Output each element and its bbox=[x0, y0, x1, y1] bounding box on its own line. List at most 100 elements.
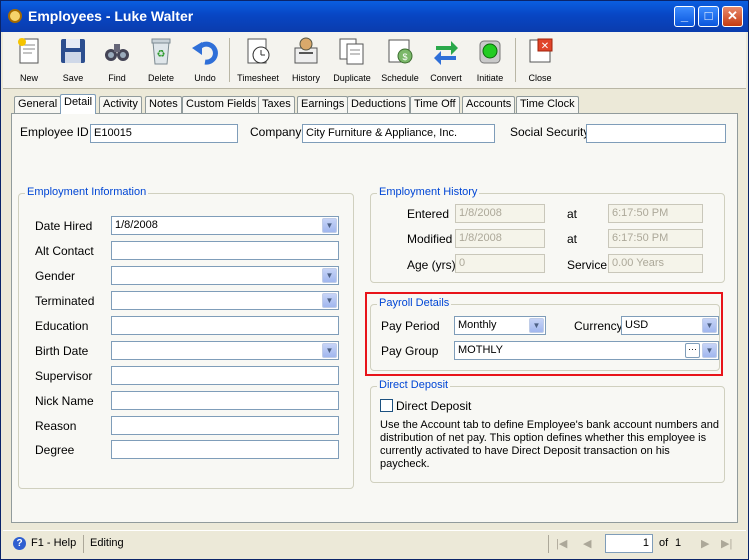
direct-deposit-description: Use the Account tab to define Employee's… bbox=[380, 419, 720, 470]
entered-time-field: 6:17:50 PM bbox=[608, 204, 703, 223]
date-hired-field[interactable]: 1/8/2008 ▼ bbox=[111, 216, 339, 235]
tab-deductions[interactable]: Deductions bbox=[347, 96, 411, 113]
close-label: Close bbox=[528, 73, 552, 83]
currency-label: Currency bbox=[574, 319, 623, 333]
tab-notes[interactable]: Notes bbox=[145, 96, 182, 113]
currency-select[interactable]: USD ▼ bbox=[621, 316, 719, 335]
tab-detail[interactable]: Detail bbox=[60, 94, 97, 114]
new-doc-icon bbox=[14, 36, 44, 66]
svg-text:♻: ♻ bbox=[157, 49, 166, 60]
minimize-button[interactable]: _ bbox=[674, 6, 695, 27]
direct-deposit-group: Direct Deposit Direct Deposit Use the Ac… bbox=[370, 379, 725, 483]
recycle-bin-icon: ♻ bbox=[146, 36, 176, 66]
tab-earnings[interactable]: Earnings bbox=[297, 96, 349, 113]
age-label: Age (yrs) bbox=[407, 258, 456, 272]
direct-deposit-checkbox-label: Direct Deposit bbox=[396, 399, 472, 413]
next-page-icon[interactable]: ▶ bbox=[701, 537, 709, 550]
close-doc-icon: ✕ bbox=[525, 36, 555, 66]
status-divider bbox=[548, 535, 549, 553]
of-label: of bbox=[659, 537, 669, 549]
age-field: 0 bbox=[455, 254, 545, 273]
nick-name-field[interactable] bbox=[111, 391, 339, 410]
chevron-down-icon[interactable]: ▼ bbox=[322, 343, 337, 358]
supervisor-field[interactable] bbox=[111, 366, 339, 385]
chevron-down-icon[interactable]: ▼ bbox=[702, 343, 717, 358]
gender-select[interactable]: ▼ bbox=[111, 266, 339, 285]
service-field: 0.00 Years bbox=[608, 254, 703, 273]
company-field[interactable]: City Furniture & Appliance, Inc. bbox=[302, 124, 495, 143]
chevron-down-icon[interactable]: ▼ bbox=[529, 318, 544, 333]
tab-custom-fields[interactable]: Custom Fields bbox=[182, 96, 261, 113]
traffic-light-icon bbox=[475, 36, 505, 66]
first-page-icon[interactable]: |◀ bbox=[556, 537, 567, 550]
total-pages: 1 bbox=[675, 537, 682, 549]
undo-arrow-icon bbox=[190, 36, 220, 66]
pay-group-select[interactable]: MOTHLY ··· ▼ bbox=[454, 341, 719, 360]
modified-date-field: 1/8/2008 bbox=[455, 229, 545, 248]
pay-period-label: Pay Period bbox=[381, 319, 440, 333]
ellipsis-icon[interactable]: ··· bbox=[685, 343, 700, 358]
degree-field[interactable] bbox=[111, 440, 339, 459]
help-text[interactable]: F1 - Help bbox=[31, 537, 76, 549]
schedule-icon: $ bbox=[385, 36, 415, 66]
close-button[interactable]: ✕ Close bbox=[518, 34, 562, 86]
education-field[interactable] bbox=[111, 316, 339, 335]
entered-at-label: at bbox=[567, 207, 578, 221]
tab-time-off[interactable]: Time Off bbox=[410, 96, 460, 113]
social-security-label: Social Security bbox=[510, 125, 590, 139]
company-label: Company bbox=[250, 125, 302, 139]
chevron-down-icon[interactable]: ▼ bbox=[322, 293, 337, 308]
help-icon[interactable]: ? bbox=[13, 537, 26, 550]
modified-time-field: 6:17:50 PM bbox=[608, 229, 703, 248]
timesheet-icon bbox=[243, 36, 273, 66]
social-security-field[interactable] bbox=[586, 124, 726, 143]
alt-contact-field[interactable] bbox=[111, 241, 339, 260]
tab-taxes[interactable]: Taxes bbox=[258, 96, 295, 113]
initiate-button[interactable]: Initiate bbox=[468, 34, 512, 86]
convert-arrows-icon bbox=[431, 36, 461, 66]
degree-label: Degree bbox=[35, 443, 75, 457]
employment-information-title: Employment Information bbox=[25, 186, 149, 198]
reason-label: Reason bbox=[35, 419, 77, 433]
reason-field[interactable] bbox=[111, 416, 339, 435]
toolbar: New Save Find ♻ Delete Undo Timesheet Hi… bbox=[3, 32, 746, 89]
terminated-field[interactable]: ▼ bbox=[111, 291, 339, 310]
status-bar: ? F1 - Help Editing |◀ ◀ 1 of 1 ▶ ▶| bbox=[3, 530, 746, 556]
tab-general[interactable]: General bbox=[14, 96, 62, 113]
employees-window: Employees - Luke Walter _ □ ✕ New Save F… bbox=[0, 0, 749, 560]
floppy-disk-icon bbox=[58, 36, 88, 66]
modified-at-label: at bbox=[567, 232, 578, 246]
birth-date-label: Birth Date bbox=[35, 344, 89, 358]
status-mode: Editing bbox=[90, 537, 124, 549]
close-window-button[interactable]: ✕ bbox=[722, 6, 743, 27]
date-hired-label: Date Hired bbox=[35, 219, 93, 233]
payroll-details-title: Payroll Details bbox=[377, 297, 452, 309]
entered-date-field: 1/8/2008 bbox=[455, 204, 545, 223]
tab-accounts[interactable]: Accounts bbox=[462, 96, 516, 113]
nick-name-label: Nick Name bbox=[35, 394, 94, 408]
chevron-down-icon[interactable]: ▼ bbox=[322, 268, 337, 283]
tab-activity[interactable]: Activity bbox=[99, 96, 142, 113]
employment-history-title: Employment History bbox=[377, 186, 480, 198]
education-label: Education bbox=[35, 319, 89, 333]
tab-time-clock[interactable]: Time Clock bbox=[516, 96, 579, 113]
previous-page-icon[interactable]: ◀ bbox=[583, 537, 591, 550]
direct-deposit-checkbox[interactable] bbox=[380, 399, 393, 412]
payroll-details-group: Payroll Details Pay Period Monthly ▼ Curr… bbox=[370, 297, 720, 371]
app-icon bbox=[8, 9, 22, 23]
last-page-icon[interactable]: ▶| bbox=[721, 537, 732, 550]
window-title: Employees - Luke Walter bbox=[28, 8, 194, 24]
page-number-field[interactable]: 1 bbox=[605, 534, 653, 553]
binoculars-icon bbox=[102, 36, 132, 66]
chevron-down-icon[interactable]: ▼ bbox=[322, 218, 337, 233]
duplicate-icon bbox=[337, 36, 367, 66]
maximize-button[interactable]: □ bbox=[698, 6, 719, 27]
undo-button[interactable]: Undo bbox=[183, 34, 227, 86]
employee-id-field[interactable]: E10015 bbox=[90, 124, 238, 143]
pay-period-select[interactable]: Monthly ▼ bbox=[454, 316, 546, 335]
status-divider bbox=[83, 535, 84, 553]
birth-date-field[interactable]: ▼ bbox=[111, 341, 339, 360]
title-bar[interactable]: Employees - Luke Walter _ □ ✕ bbox=[1, 1, 748, 32]
modified-label: Modified bbox=[407, 232, 453, 246]
chevron-down-icon[interactable]: ▼ bbox=[702, 318, 717, 333]
